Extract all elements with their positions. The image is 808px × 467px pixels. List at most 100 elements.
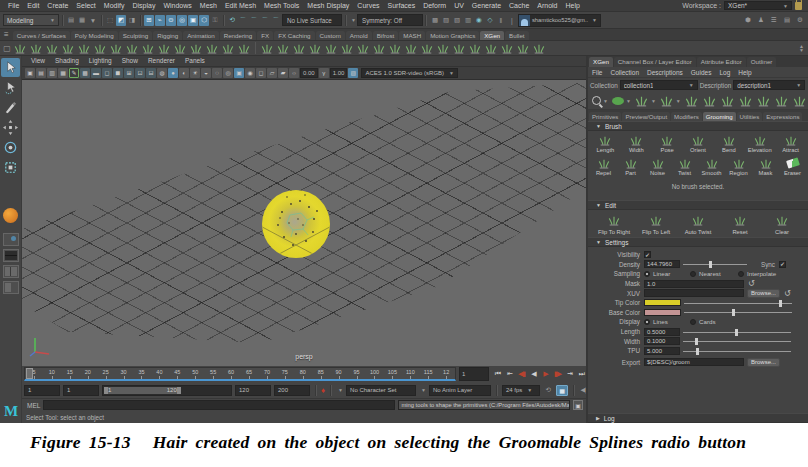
shelf-icon[interactable]: [372, 42, 386, 54]
modeling-toolkit-icon[interactable]: ⬢: [743, 15, 753, 26]
scale-tool[interactable]: [1, 158, 20, 177]
tip-color-slider[interactable]: [684, 299, 792, 307]
hair-sphere[interactable]: [251, 179, 341, 269]
texture-view-icon[interactable]: ▥: [463, 15, 473, 26]
viewport-menu-item[interactable]: Panels: [180, 57, 210, 64]
base-color-swatch[interactable]: [644, 309, 681, 316]
mel-label[interactable]: MEL: [25, 402, 40, 409]
shelf-icon[interactable]: [205, 42, 219, 54]
density-slider[interactable]: [683, 260, 747, 268]
bookmark-icon[interactable]: ▥: [47, 68, 57, 78]
sampling-linear-radio[interactable]: Linear: [644, 270, 690, 277]
sampling-interpolate-radio[interactable]: Interpolate: [738, 270, 776, 277]
select-groom-icon[interactable]: [775, 94, 789, 108]
menu-item[interactable]: Mesh Tools: [260, 2, 303, 9]
shelf-icon[interactable]: [157, 42, 171, 54]
mask-field[interactable]: 1.0: [644, 280, 744, 288]
shelf-tab[interactable]: Arnold: [346, 31, 372, 40]
playback-button[interactable]: ⏮: [492, 370, 503, 378]
select-tool[interactable]: [1, 58, 20, 77]
shelf-tab[interactable]: Bifrost: [373, 31, 399, 40]
brush-noise[interactable]: Noise: [644, 157, 671, 176]
display-lines-radio[interactable]: Lines: [644, 318, 690, 325]
shelf-icon[interactable]: [516, 42, 530, 54]
image-plane-icon[interactable]: ▦: [58, 68, 68, 78]
collection-selector[interactable]: collection1▼: [620, 80, 698, 90]
display-cards-radio[interactable]: Cards: [690, 318, 716, 325]
shelf-icon[interactable]: [29, 42, 43, 54]
settings-gear-icon[interactable]: ⚙: [795, 15, 805, 26]
xgen-subtab[interactable]: Modifiers: [671, 112, 702, 121]
comb-icon[interactable]: [739, 94, 753, 108]
playback-button[interactable]: ◀▮: [516, 370, 527, 378]
brush-repel[interactable]: Repel: [590, 157, 617, 176]
brush-smooth[interactable]: Smooth: [698, 157, 725, 176]
snap-point-icon[interactable]: ⊙: [166, 15, 176, 26]
depth-of-field-icon[interactable]: ◉: [245, 68, 255, 78]
menu-item[interactable]: Select: [72, 2, 99, 9]
menu-item[interactable]: Display: [128, 2, 159, 9]
shelf-icon[interactable]: [292, 42, 306, 54]
gamma-icon[interactable]: γ: [319, 68, 329, 78]
auto-twist-button[interactable]: Auto Twist: [678, 214, 718, 235]
menu-item[interactable]: Generate: [468, 2, 505, 9]
lock-primitives-icon[interactable]: [721, 94, 735, 108]
settings-section-header[interactable]: ▼Settings: [588, 237, 808, 247]
export-field[interactable]: ${DESC}/groom: [644, 358, 744, 366]
tpu-slider[interactable]: [683, 347, 791, 355]
shelf-tab[interactable]: Sculpting: [119, 31, 152, 40]
brush-orient[interactable]: Orient: [683, 134, 714, 153]
curve-snap-2-icon[interactable]: ⌒: [249, 15, 259, 26]
textured-icon[interactable]: ◐: [179, 68, 189, 78]
screen-space-ao-icon[interactable]: ◌: [212, 68, 222, 78]
shelf-tab[interactable]: Bullet: [505, 31, 528, 40]
brush-width[interactable]: Width: [621, 134, 652, 153]
add-primitives-icon[interactable]: [685, 94, 699, 108]
view-transform-icon[interactable]: ▨: [348, 68, 358, 78]
reset-button[interactable]: Reset: [720, 214, 760, 235]
gate-mask-icon[interactable]: ◼: [113, 68, 123, 78]
shelf-icon[interactable]: [404, 42, 418, 54]
shelf-icon[interactable]: [13, 42, 27, 54]
xgen-menu-item[interactable]: Guides: [687, 69, 716, 76]
preview-refresh-icon[interactable]: ▼: [592, 96, 608, 105]
account-chip[interactable]: shamtickoo525@gm..▼: [518, 14, 601, 27]
symmetry-field[interactable]: Symmetry: Off: [357, 14, 423, 26]
arnold-icon[interactable]: ◇: [485, 15, 495, 26]
gamma-value[interactable]: 1.00: [330, 68, 348, 78]
preview-clear-icon[interactable]: ▼: [612, 97, 631, 105]
auto-key-icon[interactable]: ♦: [321, 386, 325, 395]
exposure-icon[interactable]: ☼: [289, 68, 299, 78]
shelf-icon[interactable]: [45, 42, 59, 54]
menu-item[interactable]: Edit: [23, 2, 43, 9]
shelf-tab[interactable]: XGen: [480, 31, 504, 40]
grid-toggle-icon[interactable]: ▩: [80, 68, 90, 78]
shelf-tab[interactable]: FX: [257, 31, 273, 40]
snap-view-plane-icon[interactable]: ▣: [188, 15, 198, 26]
safe-action-icon[interactable]: ⊡: [135, 68, 145, 78]
shadows-icon[interactable]: ◒: [201, 68, 211, 78]
shelf-scroll-icons[interactable]: ▲▼: [799, 44, 806, 52]
base-color-slider[interactable]: [684, 308, 792, 316]
snap-grid-icon[interactable]: ⊞: [144, 15, 154, 26]
shelf-tab[interactable]: Rigging: [153, 31, 182, 40]
panel-tab[interactable]: XGen: [589, 57, 613, 67]
menu-item[interactable]: Surfaces: [384, 2, 420, 9]
shelf-tab[interactable]: Curves / Surfaces: [13, 31, 70, 40]
layout-single-pane-button[interactable]: [3, 233, 19, 246]
shelf-icon[interactable]: [93, 42, 107, 54]
multisample-icon[interactable]: ▣: [234, 68, 244, 78]
anim-layer-selector[interactable]: No Anim Layer: [429, 385, 491, 396]
brush-section-header[interactable]: ▼Brush: [588, 121, 808, 131]
menu-item[interactable]: UV: [450, 2, 468, 9]
tip-color-swatch[interactable]: [644, 299, 681, 306]
brush-pose[interactable]: Pose: [652, 134, 683, 153]
xuv-browse-button[interactable]: Browse...: [747, 289, 780, 298]
shelf-icon[interactable]: [356, 42, 370, 54]
brush-attract[interactable]: Attract: [775, 134, 806, 153]
sampling-nearest-radio[interactable]: Nearest: [690, 270, 738, 277]
menu-item[interactable]: Create: [43, 2, 72, 9]
current-frame-field[interactable]: 1: [459, 367, 489, 381]
shelf-icon[interactable]: [324, 42, 338, 54]
attribute-spread-icon[interactable]: ☰: [769, 15, 779, 26]
